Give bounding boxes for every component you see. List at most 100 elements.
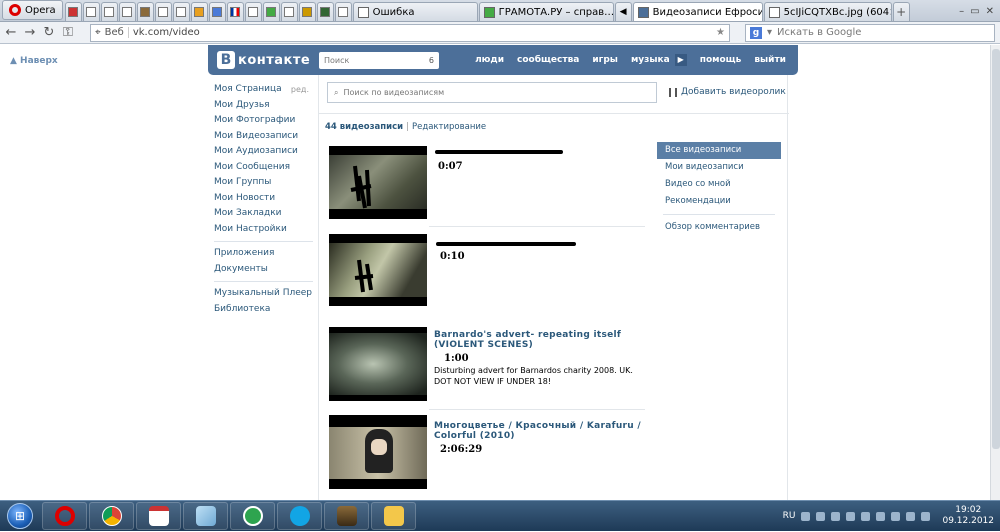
video-thumbnail[interactable] [329,146,427,219]
new-tab-button[interactable]: + [892,2,910,21]
reload-icon[interactable]: ↻ [42,25,56,40]
clock[interactable]: 19:02 09.12.2012 [942,505,994,527]
pinned-tab[interactable] [118,2,136,21]
video-item[interactable]: Многоцветье / Красочный / Karafuru / Col… [329,415,646,490]
video-title[interactable]: Barnardo's advert- repeating itself (VIO… [434,330,652,350]
pinned-tab[interactable] [280,2,298,21]
comments-overview-link[interactable]: Обзор комментариев [657,219,781,236]
sidebar-item-friends[interactable]: Мои Друзья [208,98,313,114]
sidebar-item-audio[interactable]: Мои Аудиозаписи [208,144,313,160]
pinned-tab[interactable] [316,2,334,21]
nav-music[interactable]: музыка [631,55,670,65]
pinned-tab[interactable] [100,2,118,21]
key-icon[interactable]: ⚿ [61,25,75,40]
filter-my-videos[interactable]: Мои видеозаписи [657,159,781,176]
sidebar-item-my-page[interactable]: Моя Страница ред. [208,82,313,98]
search-dropdown-icon[interactable]: ▾ [767,27,772,38]
close-window-icon[interactable]: ✕ [986,6,994,17]
forward-arrow-icon[interactable]: → [23,25,37,40]
pinned-tab[interactable] [244,2,262,21]
restore-icon[interactable]: ▭ [970,6,979,17]
taskbar-opera[interactable] [42,502,87,530]
pinned-tab[interactable] [262,2,280,21]
video-thumbnail[interactable] [329,415,427,489]
taskbar-chrome[interactable] [89,502,134,530]
sidebar-item-videos[interactable]: Мои Видеозаписи [208,129,313,145]
video-thumbnail[interactable] [329,327,427,401]
sidebar-item-groups[interactable]: Мои Группы [208,175,313,191]
sidebar-item-music-player[interactable]: Музыкальный Плеер [208,286,313,302]
tab-scroll-left-button[interactable]: ◀ [614,2,632,21]
pinned-tab[interactable] [298,2,316,21]
pinned-tab[interactable] [64,2,82,21]
tray-icon[interactable] [831,511,841,521]
tray-icon[interactable] [846,511,856,521]
taskbar-folder[interactable] [371,502,416,530]
filter-videos-with-me[interactable]: Видео со мной [657,176,781,193]
minimize-icon[interactable]: – [959,6,964,17]
sidebar-item-news[interactable]: Мои Новости [208,191,313,207]
sidebar-item-library[interactable]: Библиотека [208,302,313,318]
video-thumbnail[interactable] [329,234,427,306]
tray-icon[interactable] [876,511,886,521]
edit-link[interactable]: ред. [291,82,309,98]
sidebar-item-settings[interactable]: Мои Настройки [208,222,313,238]
tab-vk-videos[interactable]: Видеозаписи Ефросин… ✕ [632,2,763,21]
video-item[interactable]: Barnardo's advert- repeating itself (VIO… [329,327,646,405]
video-count[interactable]: 44 видеозаписи [325,122,403,132]
video-item[interactable]: … 0:07 [329,146,646,222]
tab-gramota[interactable]: ГРАМОТА.РУ – справ… [478,2,614,21]
scrollbar-thumb[interactable] [992,49,1000,449]
taskbar-skype[interactable] [277,502,322,530]
taskbar-notes[interactable] [183,502,228,530]
add-video-button[interactable]: Добавить видеоролик [669,87,786,97]
pinned-tab[interactable] [208,2,226,21]
tray-icon[interactable] [861,511,871,521]
sidebar-item-apps[interactable]: Приложения [208,246,313,262]
opera-menu-button[interactable]: Opera [2,0,63,20]
tray-icon[interactable] [801,511,811,521]
edit-videos-link[interactable]: Редактирование [412,122,486,132]
pinned-tab[interactable] [226,2,244,21]
bookmark-star-icon[interactable]: ★ [716,27,725,38]
nav-communities[interactable]: сообщества [517,55,579,65]
pinned-tab[interactable] [172,2,190,21]
taskbar-media[interactable] [324,502,369,530]
sidebar-item-documents[interactable]: Документы [208,262,313,278]
back-arrow-icon[interactable]: ← [4,25,18,40]
tab-error[interactable]: Ошибка [352,2,478,21]
nav-games[interactable]: игры [592,55,618,65]
pinned-tab[interactable] [190,2,208,21]
vk-search-input[interactable]: Поиск 6 [319,52,439,69]
video-title[interactable]: Многоцветье / Красочный / Karafuru / Col… [434,421,652,441]
tray-icon[interactable] [906,511,916,521]
pinned-tab[interactable] [82,2,100,21]
video-search-input[interactable]: ⌕ Поиск по видеозаписям [327,82,657,103]
filter-recommendations[interactable]: Рекомендации [657,193,781,210]
url-field[interactable]: ⌖ Веб vk.com/video ★ [90,23,730,42]
nav-logout[interactable]: выйти [754,55,786,65]
sidebar-item-photos[interactable]: Мои Фотографии [208,113,313,129]
volume-icon[interactable] [921,511,931,521]
start-button[interactable]: ⊞ [0,501,40,532]
nav-help[interactable]: помощь [700,55,742,65]
sidebar-item-bookmarks[interactable]: Мои Закладки [208,206,313,222]
browser-search-field[interactable]: g ▾ Искать в Google [745,23,995,42]
tray-icon[interactable] [816,511,826,521]
pinned-tab[interactable] [334,2,352,21]
page-scrollbar[interactable] [990,45,1000,500]
sidebar-item-messages[interactable]: Мои Сообщения [208,160,313,176]
tray-icon[interactable] [891,511,901,521]
filter-all-videos[interactable]: Все видеозаписи [657,142,781,159]
pinned-tab[interactable] [154,2,172,21]
back-to-top-link[interactable]: ▲ Наверх [10,56,58,66]
tab-image[interactable]: 5cIJiCQTXBc.jpg (604×… [763,2,892,21]
taskbar-mail-agent[interactable] [230,502,275,530]
taskbar-calendar[interactable] [136,502,181,530]
language-indicator[interactable]: RU [783,511,796,521]
vk-logo[interactable]: В контакте [217,51,310,69]
nav-people[interactable]: люди [475,55,504,65]
music-play-icon[interactable]: ▶ [674,54,687,66]
video-item[interactable]: … 0:10 [329,234,646,308]
pinned-tab[interactable] [136,2,154,21]
